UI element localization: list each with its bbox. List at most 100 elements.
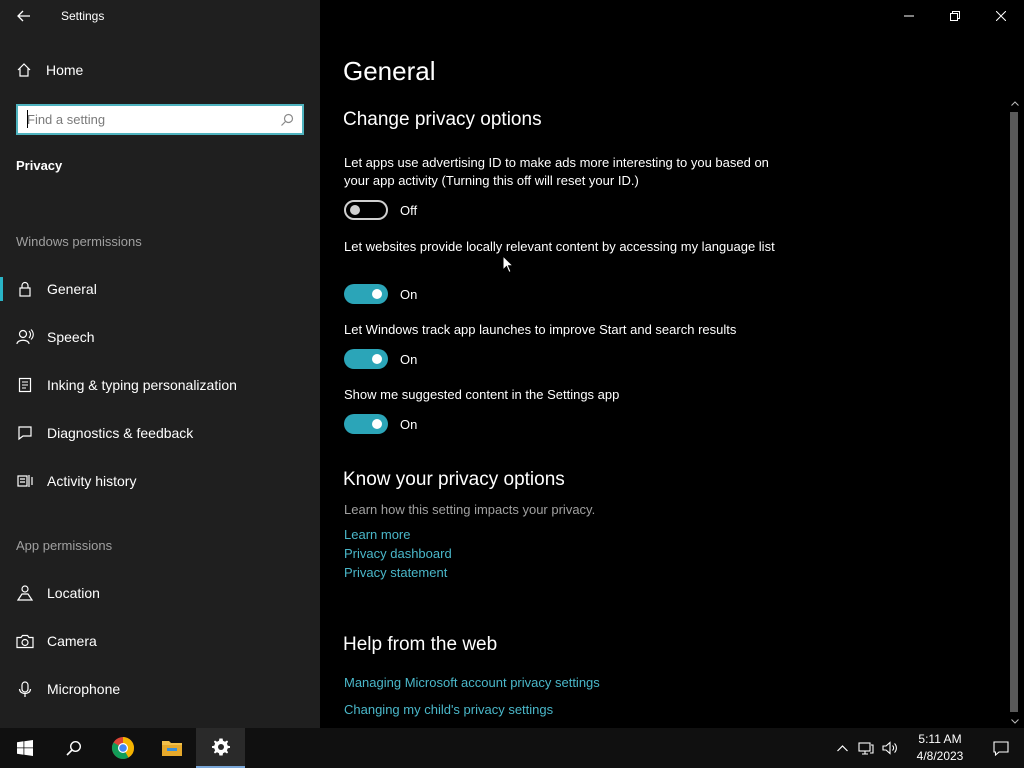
text-caret xyxy=(27,110,28,128)
mouse-cursor-icon xyxy=(502,255,514,274)
system-tray: 5:11 AM 4/8/2023 xyxy=(830,728,1024,768)
notification-icon xyxy=(993,740,1009,756)
microphone-icon xyxy=(18,680,31,697)
sidebar-item-location[interactable]: Location xyxy=(0,573,320,613)
taskbar: 5:11 AM 4/8/2023 xyxy=(0,728,1024,768)
learn-more-link[interactable]: Learn more xyxy=(344,527,410,542)
option-description: Let apps use advertising ID to make ads … xyxy=(344,155,769,188)
sidebar-item-general[interactable]: General xyxy=(0,269,320,309)
chevron-up-icon xyxy=(836,744,848,751)
show-hidden-icons-button[interactable] xyxy=(830,744,854,752)
restore-button[interactable] xyxy=(932,0,978,32)
category-title: Privacy xyxy=(16,158,63,173)
close-button[interactable] xyxy=(978,0,1024,32)
gear-icon xyxy=(211,738,230,756)
search-box[interactable] xyxy=(16,104,304,135)
clock[interactable]: 5:11 AM 4/8/2023 xyxy=(902,731,978,765)
location-icon xyxy=(16,585,33,601)
back-button[interactable] xyxy=(10,4,38,28)
restore-icon xyxy=(950,11,960,21)
minimize-button[interactable] xyxy=(886,0,932,32)
taskbar-search-button[interactable] xyxy=(49,728,98,768)
home-label: Home xyxy=(46,62,84,78)
section-title-help-from-web: Help from the web xyxy=(343,634,498,655)
language-list-toggle[interactable] xyxy=(344,284,388,304)
advertising-id-toggle-row: Off xyxy=(344,200,417,220)
speech-icon xyxy=(15,329,34,345)
activity-history-icon xyxy=(16,475,33,487)
home-icon xyxy=(17,63,31,77)
home-nav-item[interactable]: Home xyxy=(16,62,83,78)
action-center-button[interactable] xyxy=(978,740,1024,756)
section-subtitle: Learn how this setting impacts your priv… xyxy=(344,502,596,517)
volume-icon xyxy=(882,741,897,755)
volume-button[interactable] xyxy=(878,741,902,755)
camera-icon xyxy=(15,634,34,648)
chrome-icon xyxy=(111,737,134,759)
section-header-app-permissions: App permissions xyxy=(16,538,113,553)
track-app-launches-toggle[interactable] xyxy=(344,349,388,369)
settings-taskbar-button[interactable] xyxy=(196,728,245,768)
toggle-state-label: On xyxy=(400,351,418,367)
folder-icon xyxy=(161,741,182,756)
sidebar-item-label: General xyxy=(47,281,97,297)
window-controls xyxy=(886,0,1024,32)
suggested-content-toggle-row: On xyxy=(344,414,417,434)
sidebar-item-inking-typing[interactable]: Inking & typing personalization xyxy=(0,365,320,405)
toggle-state-label: Off xyxy=(400,202,418,218)
chrome-taskbar-button[interactable] xyxy=(98,728,147,768)
option-description: Let websites provide locally relevant co… xyxy=(344,239,775,254)
search-icon xyxy=(65,740,81,756)
suggested-content-toggle[interactable] xyxy=(344,414,388,434)
sidebar-item-camera[interactable]: Camera xyxy=(0,621,320,661)
sidebar-item-label: Activity history xyxy=(47,473,137,489)
privacy-dashboard-link[interactable]: Privacy dashboard xyxy=(344,546,452,561)
main-content: General Change privacy options Let apps … xyxy=(320,0,1024,728)
privacy-statement-link[interactable]: Privacy statement xyxy=(344,565,447,580)
scrollbar[interactable] xyxy=(1006,96,1024,728)
back-arrow-icon xyxy=(17,10,30,22)
track-app-launches-toggle-row: On xyxy=(344,349,417,369)
toggle-state-label: On xyxy=(400,416,418,432)
child-privacy-settings-link[interactable]: Changing my child's privacy settings xyxy=(344,702,553,717)
close-icon xyxy=(996,11,1006,21)
option-description: Let Windows track app launches to improv… xyxy=(344,322,737,337)
inking-icon xyxy=(18,377,31,393)
sidebar-item-label: Speech xyxy=(47,329,95,345)
sidebar-item-speech[interactable]: Speech xyxy=(0,317,320,357)
section-header-windows-permissions: Windows permissions xyxy=(16,234,142,249)
start-button[interactable] xyxy=(0,728,49,768)
page-title: General xyxy=(343,56,436,86)
windows-logo-icon xyxy=(16,740,33,756)
file-explorer-taskbar-button[interactable] xyxy=(147,728,196,768)
diagnostics-icon xyxy=(17,426,32,441)
sidebar-item-label: Camera xyxy=(47,633,97,649)
clock-date: 4/8/2023 xyxy=(916,749,964,763)
sidebar-item-label: Diagnostics & feedback xyxy=(47,425,194,441)
clock-time: 5:11 AM xyxy=(918,732,962,746)
sidebar-item-activity-history[interactable]: Activity history xyxy=(0,461,320,501)
option-description: Show me suggested content in the Setting… xyxy=(344,387,620,402)
section-title-change-privacy-options: Change privacy options xyxy=(343,109,542,130)
network-button[interactable] xyxy=(854,741,878,755)
search-input[interactable] xyxy=(18,106,276,133)
sidebar-item-label: Microphone xyxy=(47,681,121,697)
lock-icon xyxy=(18,281,31,297)
minimize-icon xyxy=(904,15,914,17)
scroll-down-button[interactable] xyxy=(1006,714,1024,728)
network-icon xyxy=(858,742,874,755)
managing-account-privacy-link[interactable]: Managing Microsoft account privacy setti… xyxy=(344,675,600,690)
advertising-id-toggle[interactable] xyxy=(344,200,388,220)
sidebar-item-microphone[interactable]: Microphone xyxy=(0,669,320,709)
search-icon[interactable] xyxy=(276,113,298,127)
sidebar-item-diagnostics[interactable]: Diagnostics & feedback xyxy=(0,413,320,453)
scrollbar-thumb[interactable] xyxy=(1010,112,1018,712)
language-list-toggle-row: On xyxy=(344,284,417,304)
chevron-up-icon xyxy=(1011,100,1019,106)
sidebar-item-label: Inking & typing personalization xyxy=(47,377,237,393)
sidebar: Settings Home Privacy Windows permission… xyxy=(0,0,320,728)
section-title-know-privacy-options: Know your privacy options xyxy=(343,469,565,490)
scroll-up-button[interactable] xyxy=(1006,96,1024,110)
toggle-state-label: On xyxy=(400,286,418,302)
chevron-down-icon xyxy=(1011,718,1019,724)
